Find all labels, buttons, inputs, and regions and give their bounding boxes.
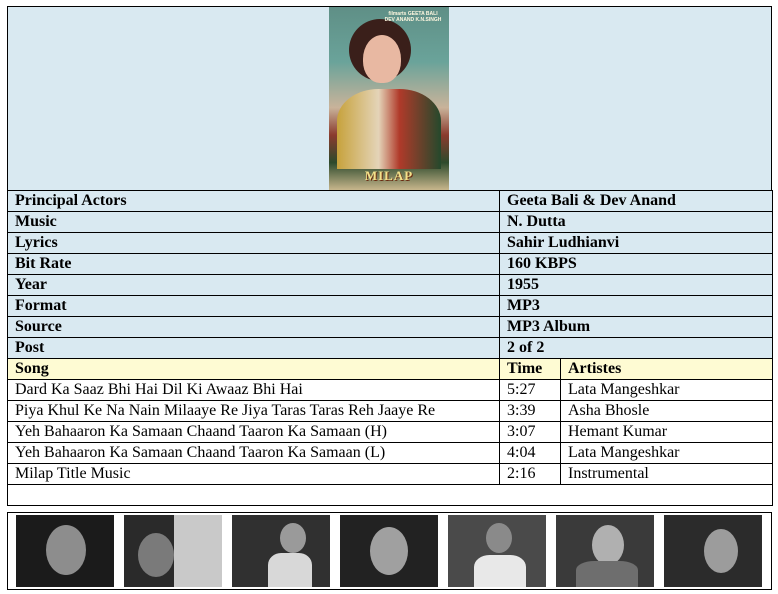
song-time: 2:16 xyxy=(499,463,561,485)
artistes-column-header: Artistes xyxy=(559,358,774,380)
detail-value: Geeta Bali & Dev Anand xyxy=(498,190,774,212)
album-info-page: filmarts GEETA BALI DEV ANAND K.N.SINGH … xyxy=(6,6,774,590)
detail-row-source: Source MP3 Album xyxy=(7,316,774,338)
song-time: 4:04 xyxy=(499,442,561,464)
film-still-image xyxy=(124,515,222,587)
film-still-image xyxy=(232,515,330,587)
song-column-header: Song xyxy=(7,358,500,380)
spacer-row xyxy=(6,484,774,506)
detail-value: 2 of 2 xyxy=(498,337,774,359)
detail-value: 160 KBPS xyxy=(498,253,774,275)
song-artiste: Lata Mangeshkar xyxy=(559,379,774,401)
poster-row: filmarts GEETA BALI DEV ANAND K.N.SINGH … xyxy=(7,6,772,191)
song-row: Milap Title Music 2:16 Instrumental xyxy=(7,463,774,485)
song-row: Yeh Bahaaron Ka Samaan Chaand Taaron Ka … xyxy=(7,421,774,443)
song-title: Yeh Bahaaron Ka Samaan Chaand Taaron Ka … xyxy=(7,421,500,443)
song-row: Dard Ka Saaz Bhi Hai Dil Ki Awaaz Bhi Ha… xyxy=(7,379,774,401)
song-title: Dard Ka Saaz Bhi Hai Dil Ki Awaaz Bhi Ha… xyxy=(7,379,500,401)
spacer-cell xyxy=(6,484,774,506)
poster-face-shape xyxy=(363,35,401,83)
detail-row-format: Format MP3 xyxy=(7,295,774,317)
song-artiste: Asha Bhosle xyxy=(559,400,774,422)
detail-row-music: Music N. Dutta xyxy=(7,211,774,233)
detail-row-bit-rate: Bit Rate 160 KBPS xyxy=(7,253,774,275)
film-still-image xyxy=(556,515,654,587)
song-artiste: Hemant Kumar xyxy=(559,421,774,443)
detail-value: Sahir Ludhianvi xyxy=(498,232,774,254)
song-title: Piya Khul Ke Na Nain Milaaye Re Jiya Tar… xyxy=(7,400,500,422)
song-artiste: Instrumental xyxy=(559,463,774,485)
song-time: 3:39 xyxy=(499,400,561,422)
poster-title: MILAP xyxy=(364,168,414,183)
detail-row-principal-actors: Principal Actors Geeta Bali & Dev Anand xyxy=(7,190,774,212)
detail-label: Lyrics xyxy=(7,232,500,254)
detail-row-year: Year 1955 xyxy=(7,274,774,296)
detail-row-lyrics: Lyrics Sahir Ludhianvi xyxy=(7,232,774,254)
detail-label: Format xyxy=(7,295,500,317)
detail-label: Music xyxy=(7,211,500,233)
song-row: Piya Khul Ke Na Nain Milaaye Re Jiya Tar… xyxy=(7,400,774,422)
detail-value: N. Dutta xyxy=(498,211,774,233)
film-still-image xyxy=(448,515,546,587)
detail-value: 1955 xyxy=(498,274,774,296)
poster-credits: filmarts GEETA BALI DEV ANAND K.N.SINGH xyxy=(384,11,442,23)
detail-label: Source xyxy=(7,316,500,338)
detail-value: MP3 xyxy=(498,295,774,317)
detail-label: Principal Actors xyxy=(7,190,500,212)
film-still-image xyxy=(340,515,438,587)
detail-row-post: Post 2 of 2 xyxy=(7,337,774,359)
film-still-image xyxy=(664,515,762,587)
detail-label: Year xyxy=(7,274,500,296)
album-details-table: Principal Actors Geeta Bali & Dev Anand … xyxy=(6,190,774,506)
movie-poster-image: filmarts GEETA BALI DEV ANAND K.N.SINGH … xyxy=(329,7,449,190)
film-stills-strip xyxy=(7,512,772,590)
song-artiste: Lata Mangeshkar xyxy=(559,442,774,464)
song-time: 3:07 xyxy=(499,421,561,443)
time-column-header: Time xyxy=(499,358,561,380)
song-title: Milap Title Music xyxy=(7,463,500,485)
detail-label: Bit Rate xyxy=(7,253,500,275)
detail-label: Post xyxy=(7,337,500,359)
song-row: Yeh Bahaaron Ka Samaan Chaand Taaron Ka … xyxy=(7,442,774,464)
poster-shawl-shape xyxy=(337,89,441,169)
song-title: Yeh Bahaaron Ka Samaan Chaand Taaron Ka … xyxy=(7,442,500,464)
song-time: 5:27 xyxy=(499,379,561,401)
detail-value: MP3 Album xyxy=(498,316,774,338)
songs-header-row: Song Time Artistes xyxy=(7,358,774,380)
film-still-image xyxy=(16,515,114,587)
